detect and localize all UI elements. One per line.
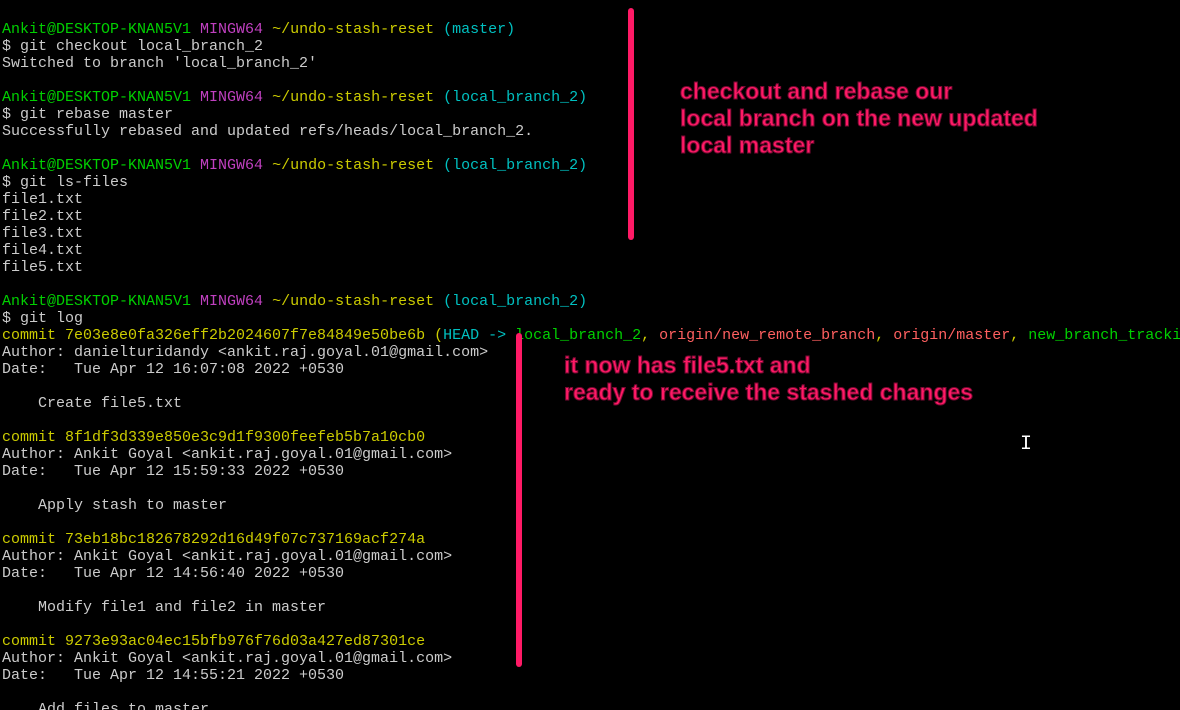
commit-author: Author: Ankit Goyal <ankit.raj.goyal.01@… bbox=[2, 548, 452, 565]
out-rebase: Successfully rebased and updated refs/he… bbox=[2, 123, 533, 140]
remote-branch: origin/master bbox=[893, 327, 1010, 344]
file-row: file1.txt bbox=[2, 191, 83, 208]
commit-date: Date: Tue Apr 12 16:07:08 2022 +0530 bbox=[2, 361, 344, 378]
prompt-branch: (master) bbox=[443, 21, 515, 38]
cmd-checkout: $ git checkout local_branch_2 bbox=[2, 38, 263, 55]
cmd-gitlog: $ git log bbox=[2, 310, 83, 327]
annotation-text: it now has file5.txt andready to receive… bbox=[564, 352, 973, 406]
cmd-lsfiles: $ git ls-files bbox=[2, 174, 128, 191]
prompt-path: ~/undo-stash-reset bbox=[272, 89, 434, 106]
prompt-user-host: Ankit@DESKTOP-KNAN5V1 bbox=[2, 89, 191, 106]
file-row: file3.txt bbox=[2, 225, 83, 242]
prompt-branch: (local_branch_2) bbox=[443, 293, 587, 310]
commit-hash: commit 7e03e8e0fa326eff2b2024607f7e84849… bbox=[2, 327, 425, 344]
prompt-branch: (local_branch_2) bbox=[443, 157, 587, 174]
commit-author: Author: Ankit Goyal <ankit.raj.goyal.01@… bbox=[2, 446, 452, 463]
commit-hash: commit 8f1df3d339e850e3c9d1f9300feefeb5b… bbox=[2, 429, 425, 446]
ref-sep: , bbox=[641, 327, 659, 344]
ref-sep: , bbox=[1010, 327, 1028, 344]
commit-msg: Create file5.txt bbox=[2, 395, 182, 412]
commit-date: Date: Tue Apr 12 15:59:33 2022 +0530 bbox=[2, 463, 344, 480]
file-row: file4.txt bbox=[2, 242, 83, 259]
head-label: HEAD -> bbox=[443, 327, 515, 344]
file-row: file5.txt bbox=[2, 259, 83, 276]
prompt-path: ~/undo-stash-reset bbox=[272, 293, 434, 310]
local-branch: new_branch_tracki bbox=[1028, 327, 1180, 344]
prompt-branch: (local_branch_2) bbox=[443, 89, 587, 106]
commit-hash: commit 73eb18bc182678292d16d49f07c737169… bbox=[2, 531, 425, 548]
commit-hash: commit 9273e93ac04ec15bfb976f76d03a427ed… bbox=[2, 633, 425, 650]
file-row: file2.txt bbox=[2, 208, 83, 225]
ref-sep: , bbox=[875, 327, 893, 344]
commit-msg: Apply stash to master bbox=[2, 497, 227, 514]
annotation-bar bbox=[516, 333, 522, 667]
commit-author: Author: Ankit Goyal <ankit.raj.goyal.01@… bbox=[2, 650, 452, 667]
commit-author: Author: danielturidandy <ankit.raj.goyal… bbox=[2, 344, 488, 361]
prompt-env: MINGW64 bbox=[200, 157, 263, 174]
prompt-path: ~/undo-stash-reset bbox=[272, 21, 434, 38]
prompt-user-host: Ankit@DESKTOP-KNAN5V1 bbox=[2, 293, 191, 310]
annotation-text: checkout and rebase ourlocal branch on t… bbox=[680, 78, 1038, 159]
prompt-env: MINGW64 bbox=[200, 21, 263, 38]
annotation-bar bbox=[628, 8, 634, 240]
local-branch: local_branch_2 bbox=[515, 327, 641, 344]
remote-branch: origin/new_remote_branch bbox=[659, 327, 875, 344]
commit-msg: Add files to master bbox=[2, 701, 209, 710]
prompt-env: MINGW64 bbox=[200, 89, 263, 106]
commit-date: Date: Tue Apr 12 14:55:21 2022 +0530 bbox=[2, 667, 344, 684]
out-checkout: Switched to branch 'local_branch_2' bbox=[2, 55, 317, 72]
prompt-env: MINGW64 bbox=[200, 293, 263, 310]
refs-open: ( bbox=[425, 327, 443, 344]
commit-msg: Modify file1 and file2 in master bbox=[2, 599, 326, 616]
commit-date: Date: Tue Apr 12 14:56:40 2022 +0530 bbox=[2, 565, 344, 582]
prompt-user-host: Ankit@DESKTOP-KNAN5V1 bbox=[2, 157, 191, 174]
prompt-path: ~/undo-stash-reset bbox=[272, 157, 434, 174]
cmd-rebase: $ git rebase master bbox=[2, 106, 173, 123]
prompt-user-host: Ankit@DESKTOP-KNAN5V1 bbox=[2, 21, 191, 38]
text-cursor-icon: I bbox=[1020, 436, 1032, 453]
